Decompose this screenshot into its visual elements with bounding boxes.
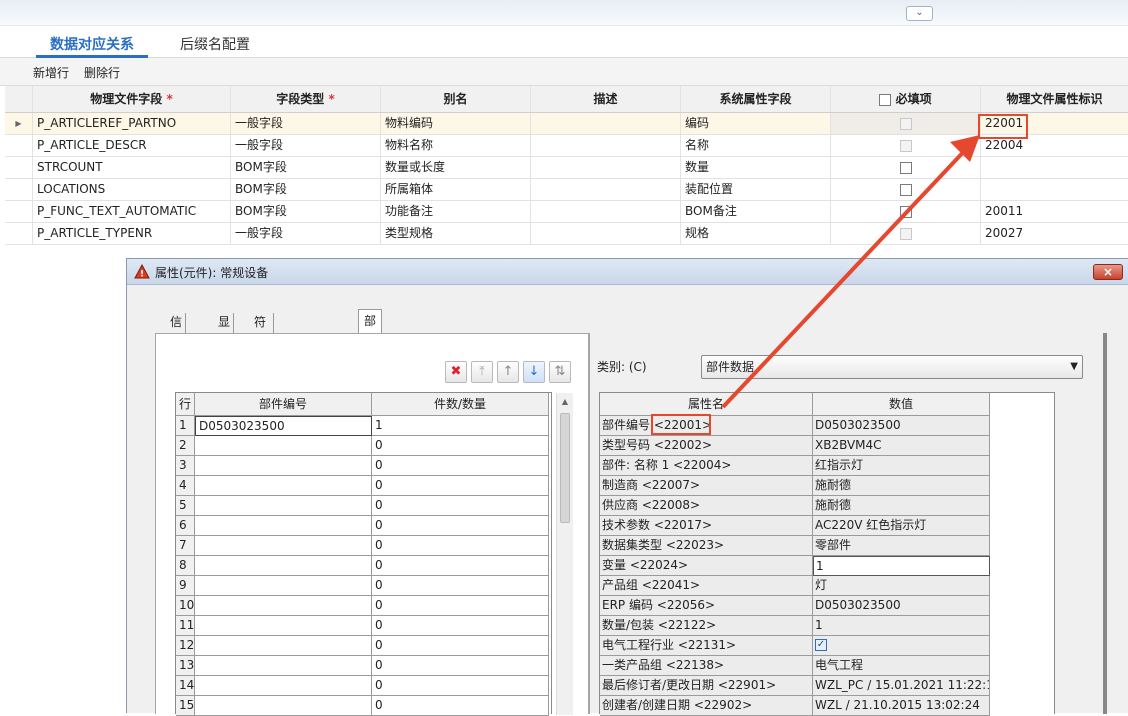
arrow-line bbox=[721, 143, 972, 409]
annotation-arrow bbox=[721, 135, 980, 409]
arrow-head bbox=[950, 135, 980, 162]
